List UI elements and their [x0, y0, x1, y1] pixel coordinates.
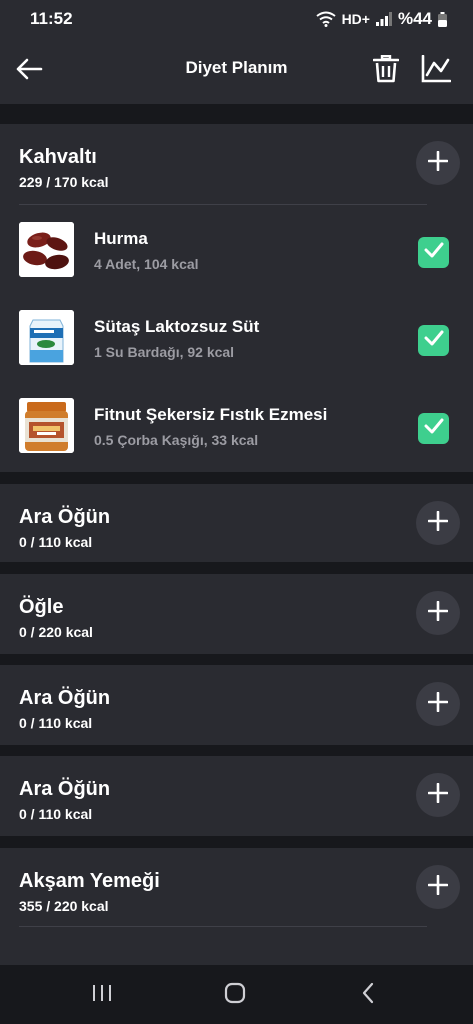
meal-kcal: 0 / 110 kcal	[19, 806, 93, 822]
back-nav-button[interactable]	[353, 981, 383, 1009]
line-chart-icon	[421, 54, 452, 88]
meal-section-breakfast: Kahvaltı 229 / 170 kcal Hurma 4 Adet, 10…	[0, 124, 473, 472]
food-image-milk	[19, 310, 74, 365]
plus-icon	[427, 691, 449, 717]
food-name: Sütaş Laktozsuz Süt	[94, 317, 260, 336]
meal-section-lunch: Öğle 0 / 220 kcal	[0, 574, 473, 654]
food-name: Fitnut Şekersiz Fıstık Ezmesi	[94, 405, 328, 424]
status-bar: 11:52 HD+ %44	[0, 0, 473, 38]
meal-kcal: 0 / 110 kcal	[19, 715, 93, 731]
recent-apps-button[interactable]	[87, 981, 117, 1009]
food-item[interactable]: Fitnut Şekersiz Fıstık Ezmesi 0.5 Çorba …	[0, 382, 473, 470]
add-food-button[interactable]	[416, 773, 460, 817]
signal-icon	[375, 12, 392, 26]
stats-button[interactable]	[420, 54, 452, 88]
network-type-label: HD+	[341, 11, 370, 27]
food-checkbox[interactable]	[418, 413, 449, 444]
add-food-button[interactable]	[416, 682, 460, 726]
wifi-icon	[315, 11, 336, 27]
page-title: Diyet Planım	[185, 58, 288, 77]
plus-icon	[427, 510, 449, 536]
food-image-dates	[19, 222, 74, 277]
food-item[interactable]: Sütaş Laktozsuz Süt 1 Su Bardağı, 92 kca…	[0, 294, 473, 382]
recent-apps-icon	[91, 983, 113, 1008]
food-portion: 0.5 Çorba Kaşığı, 33 kcal	[94, 432, 259, 448]
meal-section-snack-3: Ara Öğün 0 / 110 kcal	[0, 756, 473, 836]
meal-section-snack-2: Ara Öğün 0 / 110 kcal	[0, 665, 473, 745]
meal-header: Ara Öğün 0 / 110 kcal	[0, 484, 473, 564]
food-checkbox[interactable]	[418, 237, 449, 268]
check-icon	[424, 330, 444, 351]
trash-icon	[372, 54, 400, 88]
plus-icon	[427, 600, 449, 626]
chevron-left-icon	[361, 982, 375, 1009]
food-portion: 1 Su Bardağı, 92 kcal	[94, 344, 235, 360]
food-portion: 4 Adet, 104 kcal	[94, 256, 199, 272]
add-food-button[interactable]	[416, 865, 460, 909]
meal-header: Ara Öğün 0 / 110 kcal	[0, 756, 473, 836]
add-food-button[interactable]	[416, 591, 460, 635]
food-image-peanut-butter	[19, 398, 74, 453]
food-checkbox[interactable]	[418, 325, 449, 356]
meal-title: Öğle	[19, 596, 64, 618]
battery-percent: %44	[397, 9, 432, 28]
meal-header: Ara Öğün 0 / 110 kcal	[0, 665, 473, 745]
delete-button[interactable]	[370, 54, 402, 88]
meal-title: Ara Öğün	[19, 687, 111, 709]
meal-header: Kahvaltı 229 / 170 kcal	[0, 124, 473, 204]
meal-title: Kahvaltı	[19, 146, 97, 168]
meal-kcal: 355 / 220 kcal	[19, 898, 109, 914]
meal-section-snack-1: Ara Öğün 0 / 110 kcal	[0, 484, 473, 562]
meal-header: Öğle 0 / 220 kcal	[0, 574, 473, 654]
meal-kcal: 229 / 170 kcal	[19, 174, 109, 190]
check-icon	[424, 418, 444, 439]
meal-title: Akşam Yemeği	[19, 870, 160, 892]
plus-icon	[427, 874, 449, 900]
check-icon	[424, 242, 444, 263]
add-food-button[interactable]	[416, 501, 460, 545]
home-button[interactable]	[220, 981, 250, 1009]
food-name: Hurma	[94, 229, 148, 248]
food-item[interactable]: Hurma 4 Adet, 104 kcal	[0, 206, 473, 294]
plus-icon	[427, 150, 449, 176]
battery-icon	[438, 11, 447, 27]
divider	[19, 204, 427, 205]
add-food-button[interactable]	[416, 141, 460, 185]
meal-title: Ara Öğün	[19, 506, 111, 528]
app-bar: Diyet Planım	[0, 38, 473, 104]
system-nav-bar	[0, 965, 473, 1024]
plus-icon	[427, 782, 449, 808]
meal-header: Akşam Yemeği 355 / 220 kcal	[0, 848, 473, 928]
meal-title: Ara Öğün	[19, 778, 111, 800]
home-icon	[224, 982, 246, 1009]
meal-kcal: 0 / 220 kcal	[19, 624, 93, 640]
status-icons: HD+ %44	[315, 9, 447, 29]
meal-section-dinner: Akşam Yemeği 355 / 220 kcal	[0, 848, 473, 965]
status-time: 11:52	[30, 9, 73, 28]
divider	[19, 926, 427, 927]
meal-kcal: 0 / 110 kcal	[19, 534, 93, 550]
